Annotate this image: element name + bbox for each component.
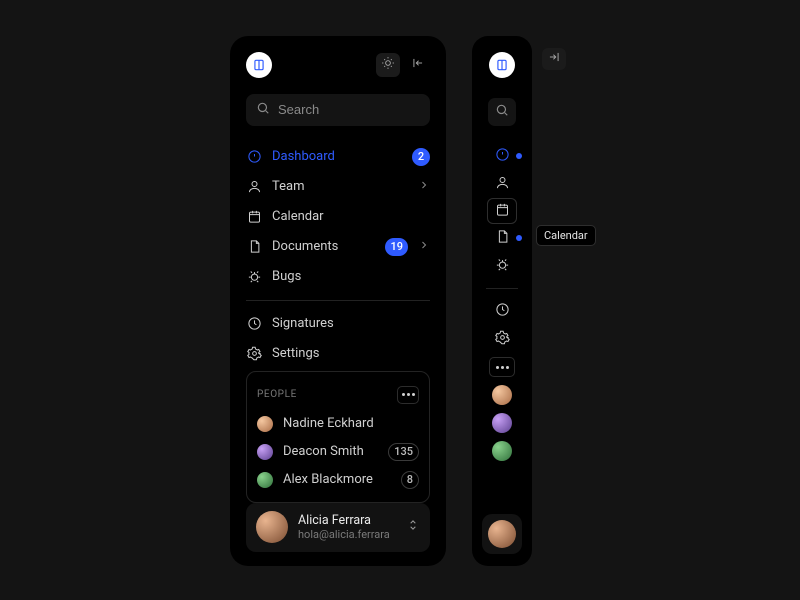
primary-nav: Dashboard 2 Team Calendar Documents 19 B… <box>246 142 430 369</box>
nav-label: Team <box>272 179 408 194</box>
nav-item-documents[interactable]: Documents 19 <box>246 232 430 262</box>
search-input[interactable] <box>278 102 420 117</box>
team-icon <box>495 175 510 194</box>
expand-sidebar-button[interactable] <box>542 48 566 70</box>
person-count: 8 <box>401 471 419 489</box>
nav-label: Bugs <box>272 269 430 284</box>
person-name: Deacon Smith <box>283 444 378 459</box>
nav-item-team[interactable] <box>472 170 532 198</box>
user-card[interactable]: Alicia Ferrara hola@alicia.ferrara <box>246 503 430 552</box>
bug-icon <box>246 269 262 284</box>
chevrons-vertical-icon <box>406 521 420 536</box>
person-row[interactable]: Deacon Smith 135 <box>257 438 419 466</box>
nav-label: Dashboard <box>272 149 402 164</box>
nav-label: Documents <box>272 239 375 254</box>
tooltip-text: Calendar <box>544 229 588 242</box>
settings-icon <box>246 346 262 361</box>
dots-icon <box>496 366 499 369</box>
person-avatar[interactable] <box>492 441 512 461</box>
sidebar-header <box>246 52 430 78</box>
search-icon <box>256 101 270 119</box>
search-icon <box>495 103 509 121</box>
signatures-icon <box>495 302 510 321</box>
nav-item-calendar[interactable]: Calendar <box>246 202 430 232</box>
user-name: Alicia Ferrara <box>298 513 396 528</box>
user-menu-button[interactable] <box>406 518 420 536</box>
sidebar-expanded: Dashboard 2 Team Calendar Documents 19 B… <box>230 36 446 566</box>
app-logo[interactable] <box>246 52 272 78</box>
avatar <box>257 472 273 488</box>
people-section: PEOPLE Nadine Eckhard Deacon Smith 135 A… <box>246 371 430 503</box>
nav-label: Settings <box>272 346 430 361</box>
people-more-button[interactable] <box>489 357 515 377</box>
nav-item-signatures[interactable]: Signatures <box>246 309 430 339</box>
nav-divider <box>486 288 518 289</box>
user-card[interactable] <box>482 514 522 554</box>
dashboard-icon <box>246 149 262 164</box>
nav-item-bugs[interactable] <box>472 252 532 280</box>
nav-item-dashboard[interactable] <box>472 142 532 170</box>
settings-icon <box>495 330 510 349</box>
avatar <box>257 444 273 460</box>
theme-toggle-button[interactable] <box>376 53 400 77</box>
people-more-button[interactable] <box>397 386 419 404</box>
person-name: Nadine Eckhard <box>283 416 419 431</box>
chevron-right-icon <box>418 239 430 255</box>
nav-divider <box>246 300 430 301</box>
notification-dot <box>516 153 522 159</box>
avatar <box>257 416 273 432</box>
collapse-left-icon <box>411 56 425 74</box>
tooltip: Calendar <box>536 225 596 246</box>
search-button[interactable] <box>488 98 516 126</box>
person-avatar[interactable] <box>492 385 512 405</box>
nav-item-calendar[interactable] <box>487 198 517 224</box>
document-icon <box>246 239 262 254</box>
chevron-right-icon <box>418 179 430 195</box>
notification-dot <box>516 235 522 241</box>
nav-badge: 19 <box>385 238 408 256</box>
nav-badge: 2 <box>412 148 430 166</box>
sun-icon <box>381 56 395 74</box>
person-row[interactable]: Alex Blackmore 8 <box>257 466 419 494</box>
collapse-sidebar-button[interactable] <box>406 53 430 77</box>
nav-item-dashboard[interactable]: Dashboard 2 <box>246 142 430 172</box>
calendar-icon <box>495 202 510 221</box>
person-count: 135 <box>388 443 419 461</box>
app-logo[interactable] <box>489 52 515 78</box>
user-avatar <box>256 511 288 543</box>
nav-label: Calendar <box>272 209 430 224</box>
nav-item-settings[interactable]: Settings <box>246 339 430 369</box>
calendar-icon <box>246 209 262 224</box>
people-avatars <box>492 385 512 461</box>
dots-icon <box>402 393 405 396</box>
people-title: PEOPLE <box>257 389 297 400</box>
nav-item-bugs[interactable]: Bugs <box>246 262 430 292</box>
nav-item-signatures[interactable] <box>472 297 532 325</box>
user-email: hola@alicia.ferrara <box>298 528 396 541</box>
signatures-icon <box>246 316 262 331</box>
document-icon <box>495 229 510 248</box>
search-input-wrapper[interactable] <box>246 94 430 126</box>
person-avatar[interactable] <box>492 413 512 433</box>
user-avatar <box>488 520 516 548</box>
sidebar-collapsed <box>472 36 532 566</box>
nav-item-documents[interactable] <box>472 224 532 252</box>
person-name: Alex Blackmore <box>283 472 391 487</box>
nav-label: Signatures <box>272 316 430 331</box>
nav-item-settings[interactable] <box>472 325 532 353</box>
expand-right-icon <box>547 50 561 68</box>
nav-item-team[interactable]: Team <box>246 172 430 202</box>
bug-icon <box>495 257 510 276</box>
team-icon <box>246 179 262 194</box>
dashboard-icon <box>495 147 510 166</box>
person-row[interactable]: Nadine Eckhard <box>257 410 419 438</box>
